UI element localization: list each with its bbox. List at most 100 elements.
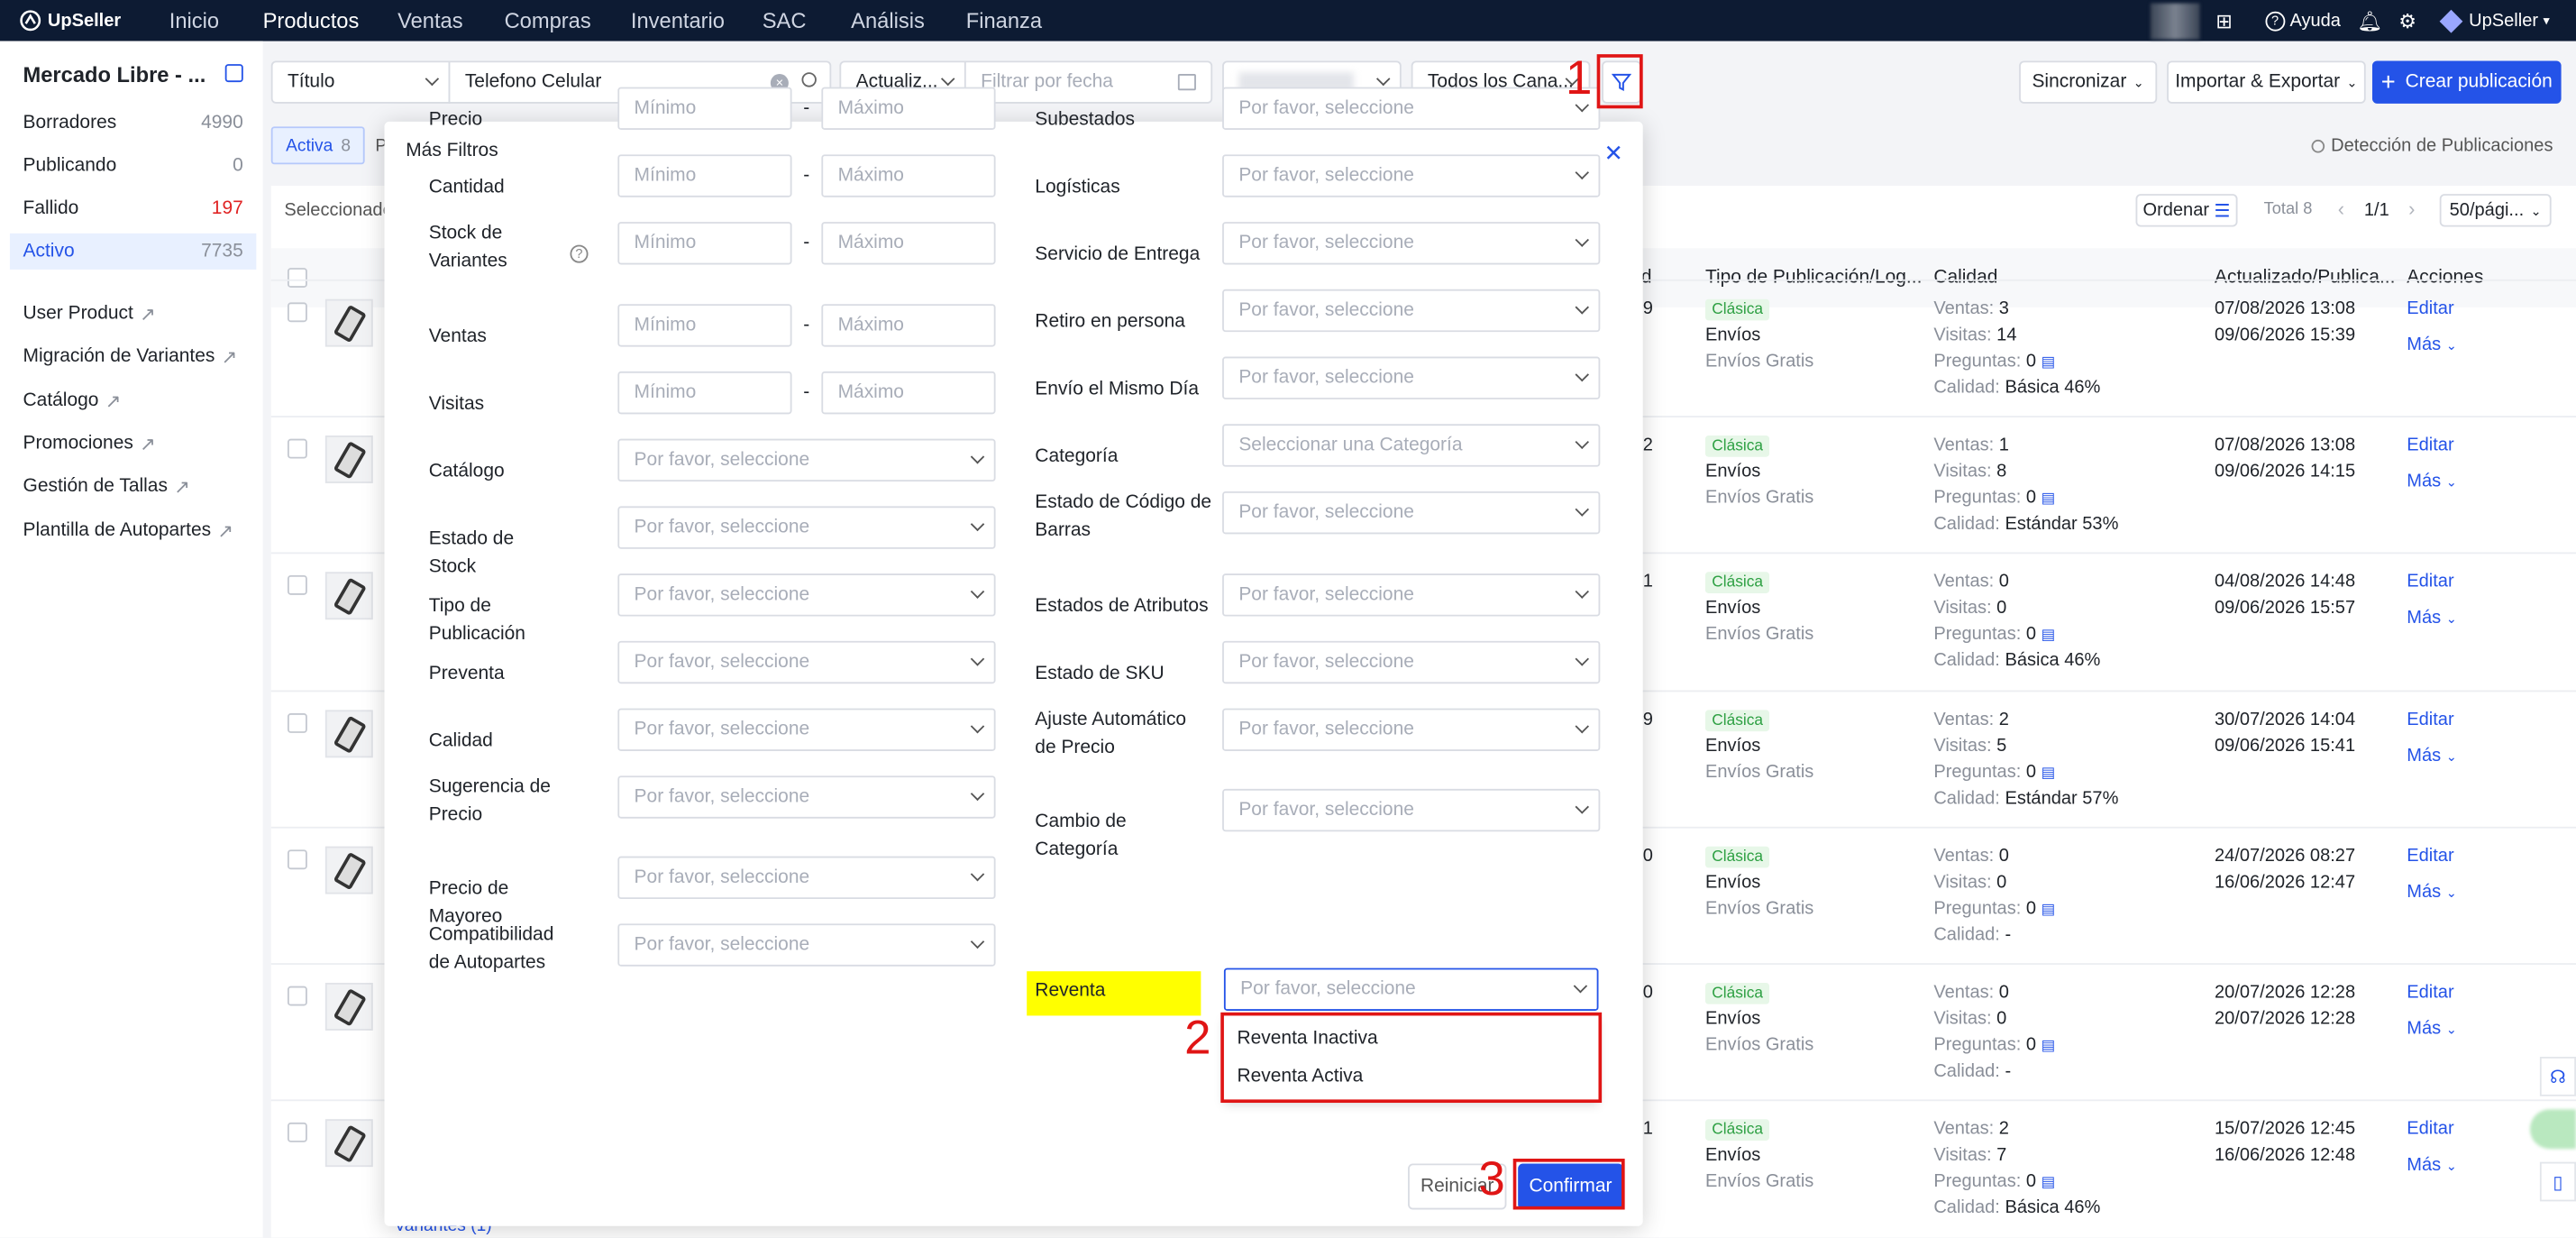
nav-productos[interactable]: Productos [263, 8, 360, 32]
next-page-icon[interactable]: › [2408, 197, 2415, 221]
filter-select[interactable]: Por favor, seleccione [1222, 154, 1601, 197]
row-checkbox[interactable] [287, 1122, 307, 1142]
more-actions[interactable]: Más ⌄ [2407, 605, 2457, 633]
sidebar-link-promociones[interactable]: Promociones ↗ [23, 432, 156, 455]
row-checkbox[interactable] [287, 438, 307, 459]
edit-link[interactable]: Editar [2407, 843, 2453, 869]
green-float-button[interactable] [2529, 1109, 2576, 1150]
more-actions[interactable]: Más ⌄ [2407, 332, 2457, 360]
row-checkbox[interactable] [287, 302, 307, 323]
questions-icon[interactable]: ▤ [2042, 901, 2056, 917]
filter-select[interactable]: Por favor, seleccione [1222, 640, 1601, 684]
apps-grid-icon[interactable]: ⊞ [2215, 9, 2232, 32]
reventa-select[interactable]: Por favor, seleccione [1223, 967, 1599, 1011]
row-checkbox[interactable] [287, 849, 307, 870]
min-input[interactable]: Mínimo [617, 154, 792, 197]
more-actions[interactable]: Más ⌄ [2407, 743, 2457, 771]
filter-select[interactable]: Por favor, seleccione [617, 708, 996, 751]
edit-link[interactable]: Editar [2407, 432, 2453, 458]
create-listing-button[interactable]: + Crear publicación [2371, 60, 2562, 104]
more-actions[interactable]: Más ⌄ [2407, 879, 2457, 907]
filter-select[interactable]: Por favor, seleccione [617, 438, 996, 482]
nav-compras[interactable]: Compras [505, 8, 591, 32]
sidebar-link-autopartes[interactable]: Plantilla de Autopartes ↗ [23, 519, 233, 543]
sidebar-link-migracion[interactable]: Migración de Variantes ↗ [23, 345, 238, 369]
product-thumbnail[interactable] [324, 710, 373, 758]
sidebar-link-user-product[interactable]: User Product ↗ [23, 302, 156, 326]
min-input[interactable]: Mínimo [617, 304, 792, 347]
sidebar-item-publicando[interactable]: Publicando 0 [10, 148, 256, 184]
product-thumbnail[interactable] [324, 1119, 373, 1168]
questions-icon[interactable]: ▤ [2042, 490, 2056, 506]
gear-icon[interactable]: ⚙ [2398, 9, 2416, 32]
filter-select[interactable]: Por favor, seleccione [617, 640, 996, 684]
questions-icon[interactable]: ▤ [2042, 1037, 2056, 1053]
filter-select[interactable]: Por favor, seleccione [1222, 356, 1601, 399]
row-checkbox[interactable] [287, 986, 307, 1006]
help-circle-icon[interactable]: ? [570, 244, 589, 263]
product-thumbnail[interactable] [324, 846, 373, 894]
filter-select[interactable]: Por favor, seleccione [1222, 788, 1601, 832]
sort-button[interactable]: Ordenar ☰ [2135, 194, 2238, 227]
mobile-icon[interactable]: ▯ [2539, 1161, 2576, 1202]
bell-icon[interactable]: 🔔︎ [2357, 9, 2382, 32]
filter-select[interactable]: Por favor, seleccione [617, 506, 996, 549]
row-checkbox[interactable] [287, 713, 307, 733]
more-actions[interactable]: Más ⌄ [2407, 468, 2457, 496]
max-input[interactable]: Máximo [821, 304, 996, 347]
brand-logo[interactable]: UpSeller [20, 10, 168, 32]
sidebar-item-activo[interactable]: Activo 7735 [9, 233, 257, 270]
filter-select[interactable]: Por favor, seleccione [1222, 87, 1601, 130]
questions-icon[interactable]: ▤ [2042, 765, 2056, 781]
detection-link[interactable]: Detección de Publicaciones [2311, 136, 2553, 156]
row-checkbox[interactable] [287, 574, 307, 595]
edit-link[interactable]: Editar [2407, 296, 2453, 322]
support-headset-icon[interactable]: ☊ [2539, 1056, 2576, 1096]
account-menu[interactable]: UpSeller ▾ [2439, 8, 2550, 32]
more-actions[interactable]: Más ⌄ [2407, 1152, 2457, 1180]
filter-select[interactable]: Por favor, seleccione [1222, 708, 1601, 751]
sidebar-item-fallido[interactable]: Fallido 197 [10, 190, 256, 226]
nav-sac[interactable]: SAC [763, 8, 807, 32]
product-thumbnail[interactable] [324, 298, 373, 347]
min-input[interactable]: Mínimo [617, 371, 792, 415]
max-input[interactable]: Máximo [821, 371, 996, 415]
sync-button[interactable]: Sincronizar ⌄ [2019, 60, 2158, 104]
product-thumbnail[interactable] [324, 982, 373, 1031]
filter-select[interactable]: Por favor, seleccione [617, 856, 996, 900]
edit-link[interactable]: Editar [2407, 569, 2453, 595]
store-switch-icon[interactable] [224, 64, 243, 83]
filter-select[interactable]: Por favor, seleccione [1222, 491, 1601, 535]
prev-page-icon[interactable]: ‹ [2338, 197, 2344, 221]
tab-activa[interactable]: Activa 8 [270, 126, 366, 165]
filter-select[interactable]: Por favor, seleccione [1222, 289, 1601, 333]
nav-ventas[interactable]: Ventas [397, 8, 462, 32]
more-actions[interactable]: Más ⌄ [2407, 1015, 2457, 1043]
nav-inventario[interactable]: Inventario [631, 8, 725, 32]
product-thumbnail[interactable] [324, 572, 373, 620]
filter-select[interactable]: Por favor, seleccione [617, 573, 996, 617]
filter-select[interactable]: Por favor, seleccione [617, 923, 996, 967]
min-input[interactable]: Mínimo [617, 87, 792, 130]
min-input[interactable]: Mínimo [617, 222, 792, 265]
filter-select[interactable]: Por favor, seleccione [1222, 573, 1601, 617]
sidebar-link-catalogo[interactable]: Catálogo ↗ [23, 390, 122, 413]
edit-link[interactable]: Editar [2407, 979, 2453, 1005]
date-filter-input[interactable]: Filtrar por fecha [964, 60, 1213, 104]
max-input[interactable]: Máximo [821, 87, 996, 130]
max-input[interactable]: Máximo [821, 222, 996, 265]
questions-icon[interactable]: ▤ [2042, 1173, 2056, 1189]
help-link[interactable]: ? Ayuda [2265, 10, 2341, 31]
per-page-select[interactable]: 50/pági... ⌄ [2439, 194, 2552, 227]
questions-icon[interactable]: ▤ [2042, 626, 2056, 642]
search-icon[interactable] [801, 72, 817, 87]
import-export-button[interactable]: Importar & Exportar ⌄ [2167, 60, 2366, 104]
filter-select[interactable]: Por favor, seleccione [1222, 222, 1601, 265]
max-input[interactable]: Máximo [821, 154, 996, 197]
nav-finanza[interactable]: Finanza [966, 8, 1042, 32]
search-field-select[interactable]: Título [270, 60, 451, 104]
filter-select[interactable]: Seleccionar una Categoría [1222, 424, 1601, 467]
store-title[interactable]: Mercado Libre - ... [23, 62, 206, 87]
nav-analisis[interactable]: Análisis [851, 8, 925, 32]
sidebar-link-tallas[interactable]: Gestión de Tallas ↗ [23, 475, 190, 499]
